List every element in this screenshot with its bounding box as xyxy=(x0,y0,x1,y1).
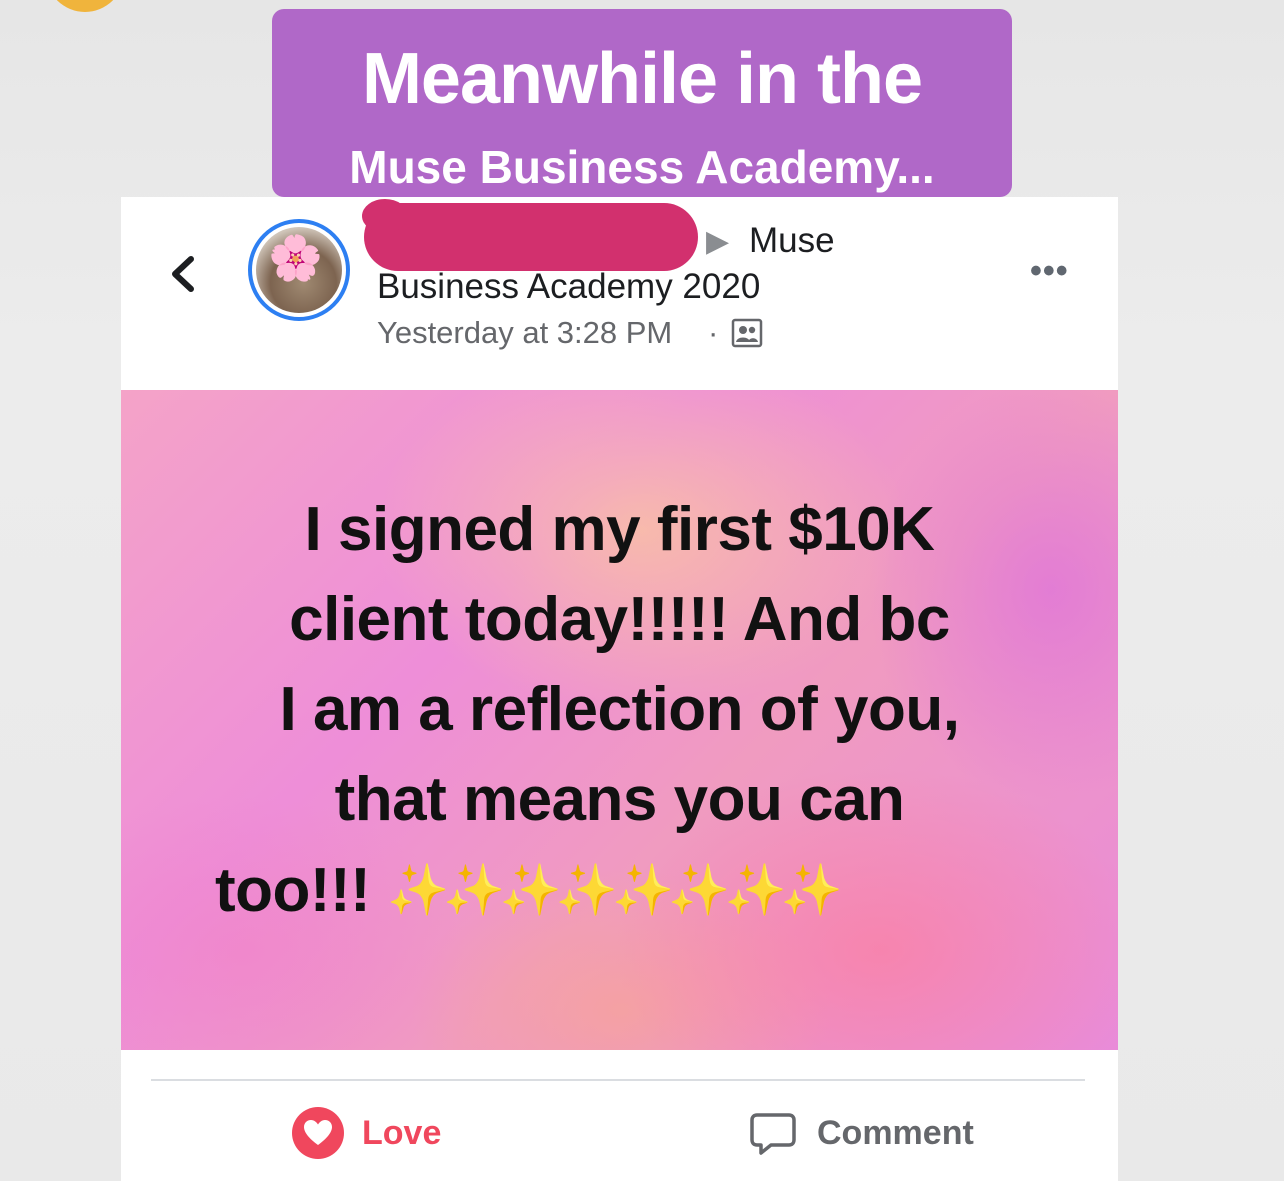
post-image[interactable]: I signed my first $10K client today!!!!!… xyxy=(121,390,1118,1050)
post-text-line-1: I signed my first $10K xyxy=(304,495,935,564)
love-label: Love xyxy=(362,1113,442,1152)
group-name-part-1[interactable]: Muse xyxy=(749,221,835,261)
avatar[interactable]: 🌸 xyxy=(248,219,350,321)
author-name-redaction xyxy=(362,199,698,271)
post-text-line-3: I am a reflection of you, xyxy=(279,675,960,744)
more-options-icon[interactable]: ••• xyxy=(1030,251,1069,291)
comment-label: Comment xyxy=(817,1113,974,1152)
chevron-left-icon[interactable] xyxy=(165,249,201,299)
heart-icon-svg xyxy=(304,1120,332,1145)
post-text-line-5: too!!! ✨✨✨✨✨✨✨✨ xyxy=(215,845,1118,936)
group-members-icon xyxy=(731,318,763,348)
divider xyxy=(151,1079,1085,1081)
caption-line-1: Meanwhile in the xyxy=(361,39,923,119)
group-name-part-2[interactable]: Business Academy 2020 xyxy=(377,267,760,307)
story-avatar-peek xyxy=(46,0,124,12)
facebook-post-card: 🌸 ▶ Muse Business Academy 2020 Yesterday… xyxy=(121,197,1118,1181)
cherry-blossom-icon: 🌸 xyxy=(268,234,323,283)
chevron-left-icon-svg xyxy=(172,256,194,292)
avatar-image: 🌸 xyxy=(256,227,342,313)
post-timestamp[interactable]: Yesterday at 3:28 PM xyxy=(377,315,672,351)
post-text-line-5-text: too!!! xyxy=(215,856,371,925)
comment-bubble-icon xyxy=(750,1113,796,1155)
arrow-right-icon: ▶ xyxy=(706,225,730,258)
heart-icon xyxy=(292,1107,344,1159)
caption-line-2: Muse Business Academy... xyxy=(349,141,935,193)
post-text-line-2: client today!!!!! And bc xyxy=(289,585,950,654)
post-text-line-4: that means you can xyxy=(334,765,905,834)
timestamp-separator: · xyxy=(708,315,719,350)
sparkles-icon: ✨✨✨✨✨✨✨✨ xyxy=(387,862,843,918)
comment-button[interactable]: Comment xyxy=(749,1107,974,1159)
love-button[interactable]: Love xyxy=(292,1107,441,1159)
story-caption: Meanwhile in the Muse Business Academy..… xyxy=(272,9,1012,197)
